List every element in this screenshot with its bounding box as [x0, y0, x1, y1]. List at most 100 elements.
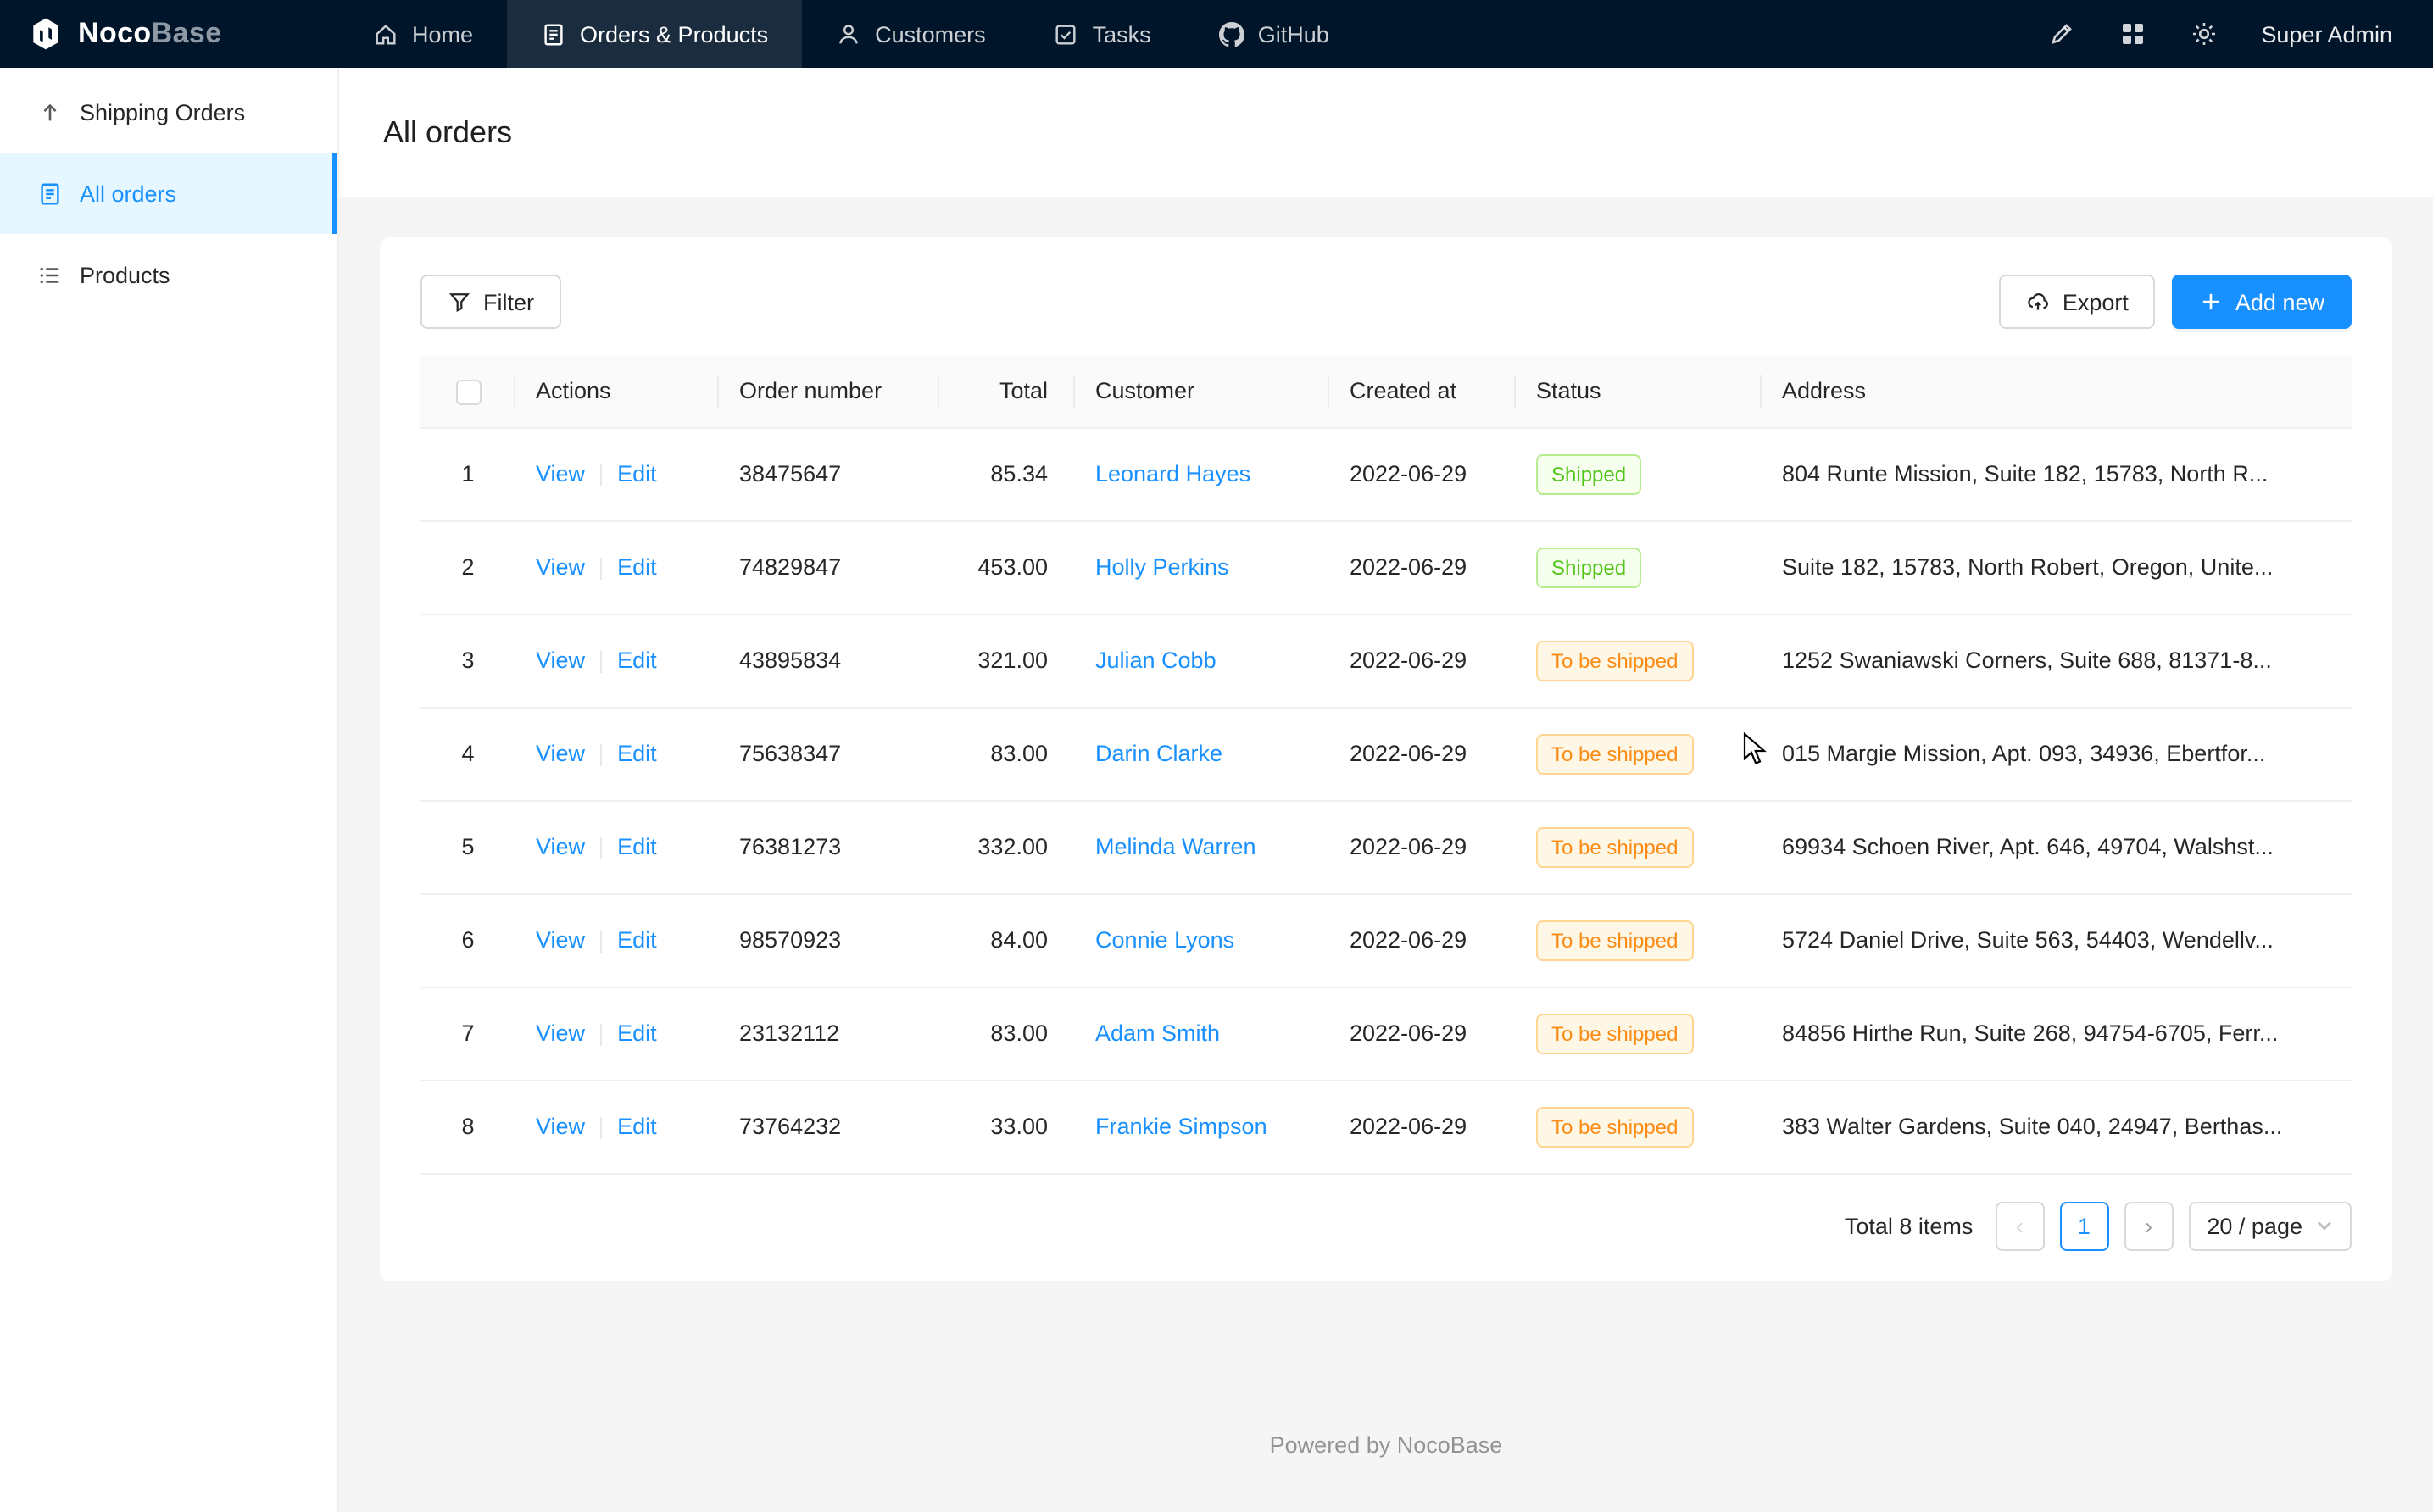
customer-link[interactable]: Frankie Simpson [1095, 1115, 1267, 1140]
view-link[interactable]: View [536, 1115, 585, 1140]
edit-link[interactable]: Edit [617, 462, 657, 487]
total-cell: 84.00 [939, 894, 1075, 987]
customer-link[interactable]: Connie Lyons [1095, 928, 1234, 953]
customer-link[interactable]: Julian Cobb [1095, 648, 1216, 674]
nav-item-orders-products[interactable]: Orders & Products [507, 0, 802, 68]
address-cell: 804 Runte Mission, Suite 182, 15783, Nor… [1762, 428, 2352, 521]
actions-cell: View Edit [515, 894, 719, 987]
edit-link[interactable]: Edit [617, 648, 657, 674]
order-number-cell: 98570923 [719, 894, 939, 987]
view-link[interactable]: View [536, 462, 585, 487]
status-badge: To be shipped [1536, 920, 1693, 961]
column-header-total: Total [939, 356, 1075, 428]
edit-link[interactable]: Edit [617, 742, 657, 767]
nav-item-label: Customers [875, 21, 986, 47]
add-new-button[interactable]: Add new [2173, 275, 2352, 329]
nav-item-github[interactable]: GitHub [1185, 0, 1363, 68]
status-cell: Shipped [1516, 521, 1762, 614]
total-cell: 85.34 [939, 428, 1075, 521]
customer-cell: Julian Cobb [1075, 614, 1329, 708]
ui-editor-pen-icon[interactable] [2047, 20, 2074, 47]
nav-item-tasks[interactable]: Tasks [1020, 0, 1185, 68]
table-row: 1ViewEdit3847564785.34Leonard Hayes2022-… [420, 428, 2352, 521]
address-cell: 84856 Hirthe Run, Suite 268, 94754-6705,… [1762, 987, 2352, 1081]
total-cell: 332.00 [939, 801, 1075, 894]
action-divider [600, 1025, 602, 1047]
filter-button[interactable]: Filter [420, 275, 561, 329]
column-header-status: Status [1516, 356, 1762, 428]
edit-link[interactable]: Edit [617, 928, 657, 953]
logo-text: NocoBase [78, 17, 222, 51]
view-link[interactable]: View [536, 555, 585, 581]
actions-cell: View Edit [515, 987, 719, 1081]
customer-link[interactable]: Holly Perkins [1095, 555, 1229, 581]
column-header-order-number: Order number [719, 356, 939, 428]
pagination-total: Total 8 items [1845, 1214, 1974, 1239]
status-cell: To be shipped [1516, 987, 1762, 1081]
export-cloud-icon [2027, 290, 2051, 314]
customer-link[interactable]: Darin Clarke [1095, 742, 1222, 767]
edit-link[interactable]: Edit [617, 835, 657, 860]
customer-link[interactable]: Melinda Warren [1095, 835, 1256, 860]
view-link[interactable]: View [536, 928, 585, 953]
edit-link[interactable]: Edit [617, 1021, 657, 1047]
orders-card: Filter Export Add new [380, 237, 2392, 1281]
status-cell: To be shipped [1516, 801, 1762, 894]
export-button-label: Export [2063, 289, 2129, 314]
actions-cell: View Edit [515, 801, 719, 894]
nav-item-home[interactable]: Home [339, 0, 507, 68]
table-row: 3ViewEdit43895834321.00Julian Cobb2022-0… [420, 614, 2352, 708]
view-link[interactable]: View [536, 1021, 585, 1047]
plugins-grid-icon[interactable] [2118, 20, 2146, 47]
sidebar-item-products[interactable]: Products [0, 234, 337, 315]
address-cell: 1252 Swaniawski Corners, Suite 688, 8137… [1762, 614, 2352, 708]
address-cell: 383 Walter Gardens, Suite 040, 24947, Be… [1762, 1081, 2352, 1174]
action-divider [600, 745, 602, 767]
home-icon [373, 21, 398, 47]
view-link[interactable]: View [536, 835, 585, 860]
page-size-select[interactable]: 20 / page [2188, 1202, 2352, 1251]
order-number-cell: 74829847 [719, 521, 939, 614]
pagination-prev-button[interactable]: ‹ [1995, 1202, 2044, 1251]
nav-item-label: Tasks [1093, 21, 1151, 47]
sidebar-item-all-orders[interactable]: All orders [0, 153, 337, 234]
select-all-checkbox[interactable] [455, 380, 481, 405]
customer-link[interactable]: Leonard Hayes [1095, 462, 1250, 487]
status-cell: To be shipped [1516, 614, 1762, 708]
nav-item-label: GitHub [1258, 21, 1329, 47]
order-number-cell: 76381273 [719, 801, 939, 894]
edit-link[interactable]: Edit [617, 1115, 657, 1140]
customer-cell: Darin Clarke [1075, 708, 1329, 801]
list-icon [37, 262, 63, 287]
action-divider [600, 652, 602, 674]
view-link[interactable]: View [536, 648, 585, 674]
top-navigation: NocoBase Home Orders & Products Customer… [0, 0, 2433, 68]
row-index-cell: 7 [420, 987, 515, 1081]
customer-link[interactable]: Adam Smith [1095, 1021, 1220, 1047]
status-cell: To be shipped [1516, 1081, 1762, 1174]
nocobase-logo[interactable]: NocoBase [0, 15, 339, 53]
table-header-row: Actions Order number Total Customer Crea… [420, 356, 2352, 428]
settings-gear-icon[interactable] [2190, 20, 2217, 47]
page-title: All orders [383, 114, 512, 150]
content-area: Filter Export Add new [339, 197, 2433, 1512]
export-button[interactable]: Export [2000, 275, 2156, 329]
github-icon [1219, 21, 1244, 47]
chevron-down-icon [2316, 1218, 2333, 1235]
address-cell: 015 Margie Mission, Apt. 093, 34936, Ebe… [1762, 708, 2352, 801]
action-divider [600, 931, 602, 953]
user-menu[interactable]: Super Admin [2261, 21, 2392, 47]
actions-cell: View Edit [515, 1081, 719, 1174]
add-new-button-label: Add new [2235, 289, 2324, 314]
sidebar-item-shipping-orders[interactable]: Shipping Orders [0, 71, 337, 153]
action-divider [600, 559, 602, 581]
total-cell: 453.00 [939, 521, 1075, 614]
pagination-next-button[interactable]: › [2124, 1202, 2173, 1251]
pagination-page-1[interactable]: 1 [2059, 1202, 2108, 1251]
view-link[interactable]: View [536, 742, 585, 767]
nav-item-customers[interactable]: Customers [802, 0, 1020, 68]
edit-link[interactable]: Edit [617, 555, 657, 581]
created-at-cell: 2022-06-29 [1329, 708, 1516, 801]
row-index-cell: 6 [420, 894, 515, 987]
total-cell: 83.00 [939, 708, 1075, 801]
